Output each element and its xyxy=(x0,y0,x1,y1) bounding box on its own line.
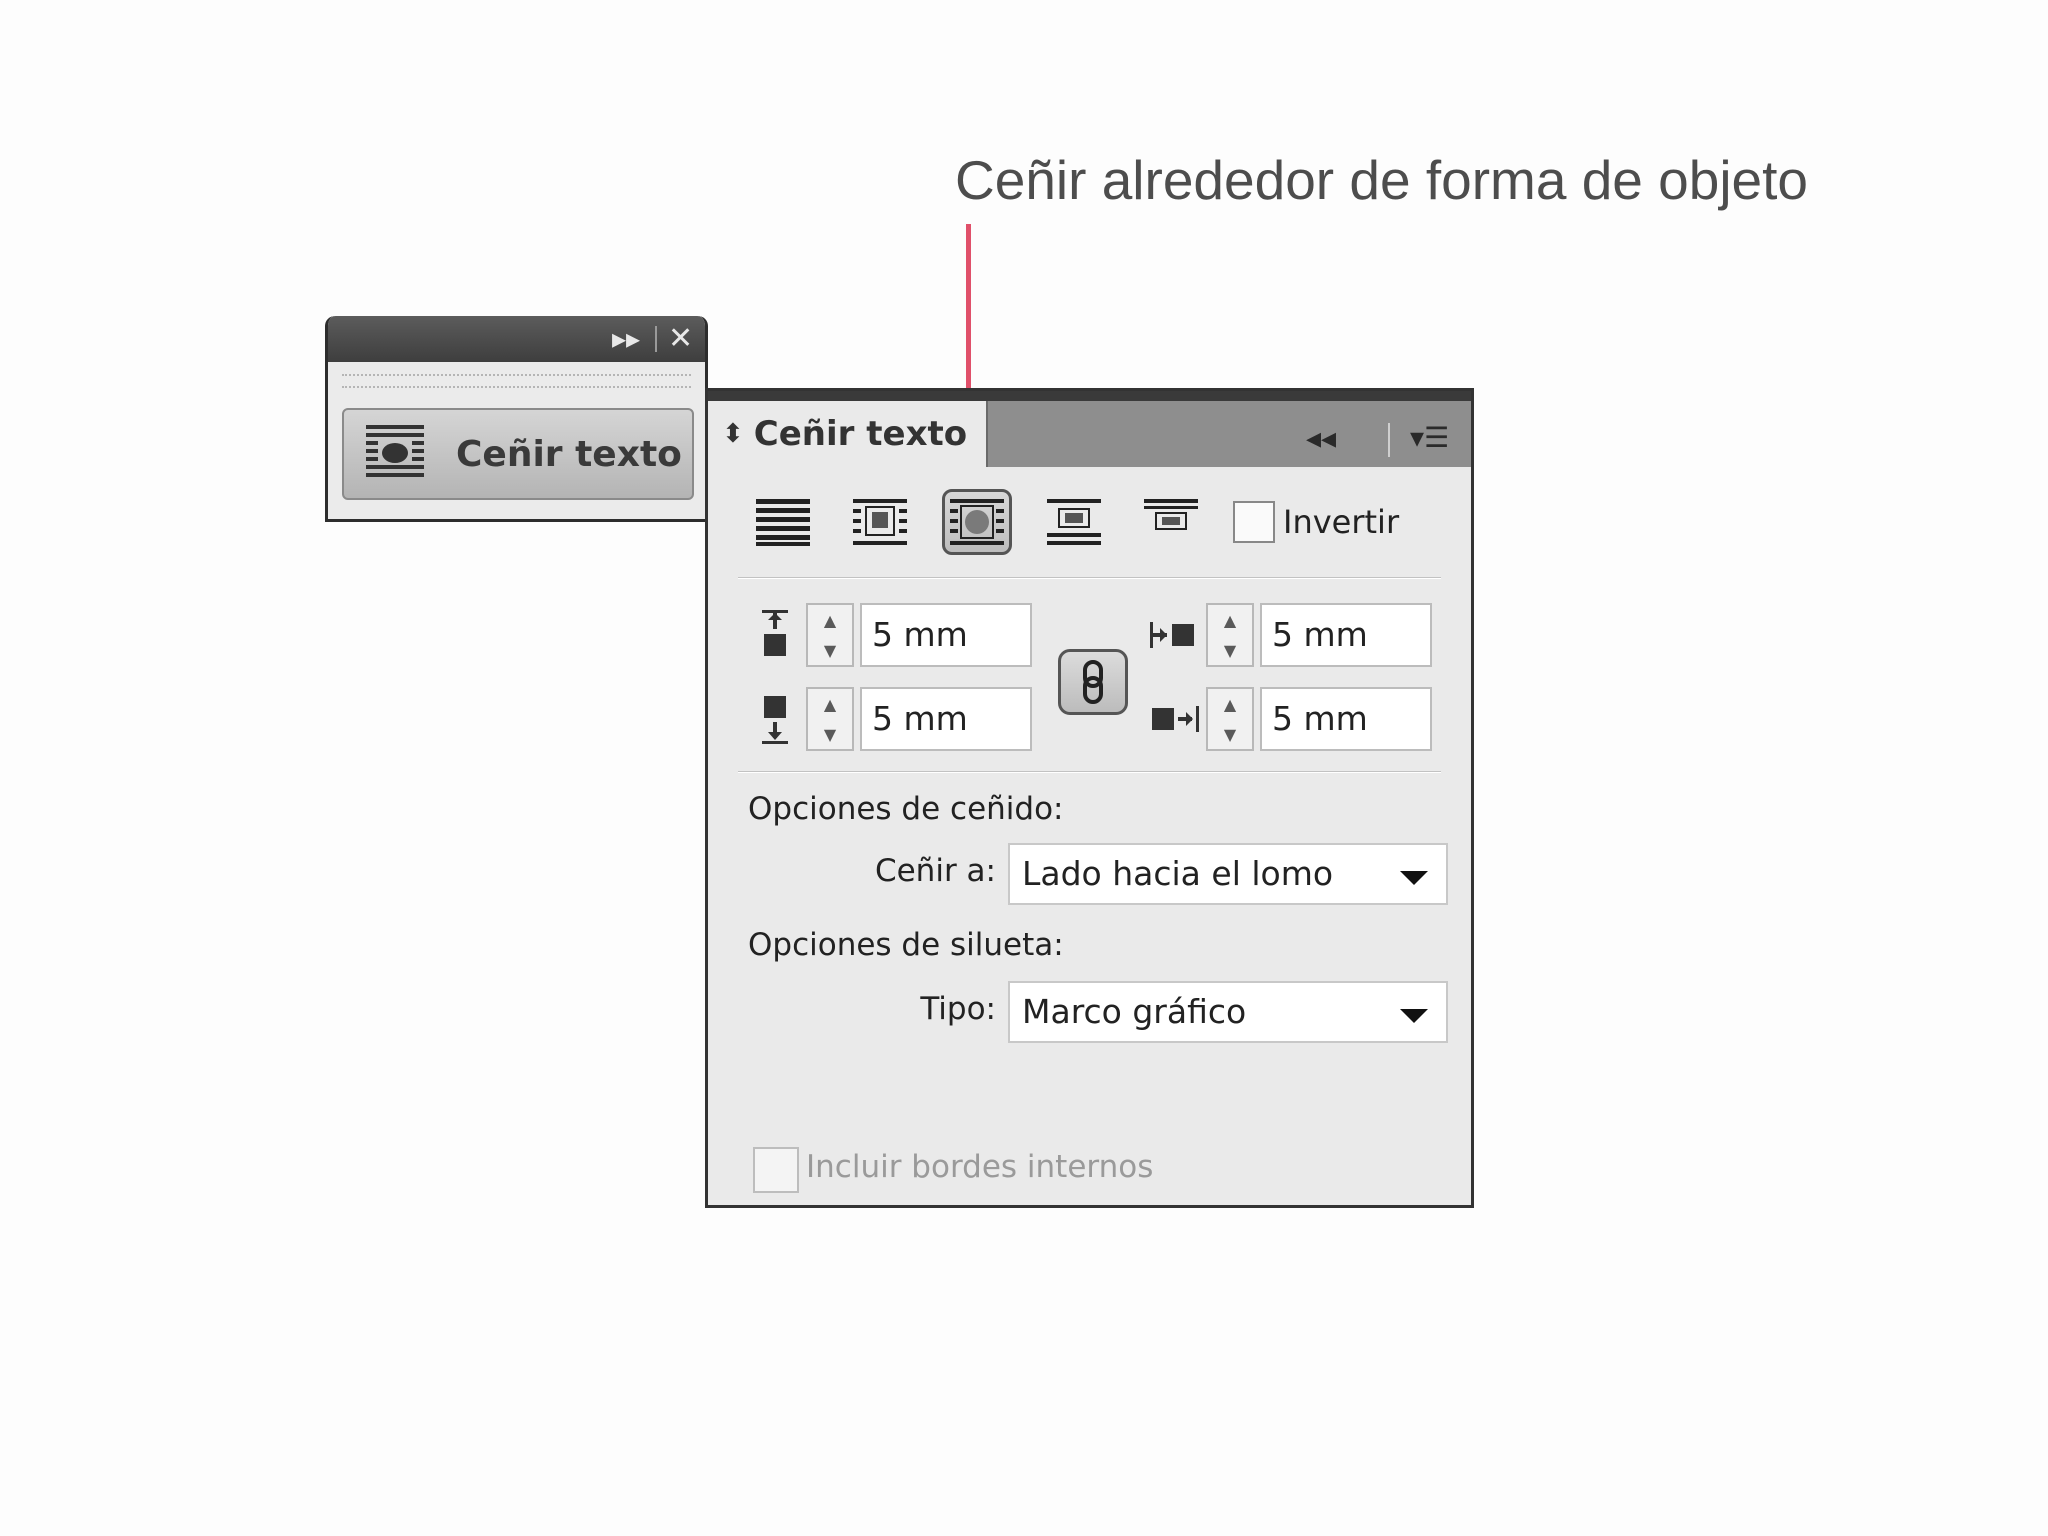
divider xyxy=(738,771,1441,773)
tab-title: Ceñir texto xyxy=(753,414,968,454)
include-inside-edges-label: Incluir bordes internos xyxy=(806,1149,1154,1185)
bottom-offset-row: ▲ ▼ 5 mm xyxy=(750,687,1032,751)
bottom-offset-icon xyxy=(750,687,800,751)
left-offset-stepper[interactable]: ▲ ▼ xyxy=(1206,603,1254,667)
panel-grip[interactable] xyxy=(342,374,691,388)
jump-object-button[interactable] xyxy=(1039,489,1109,555)
contour-type-select[interactable]: Marco gráfico xyxy=(1008,981,1448,1043)
right-offset-row: ▲ ▼ 5 mm xyxy=(1150,687,1432,751)
down-arrow-icon[interactable]: ▼ xyxy=(1224,641,1236,660)
panel-menu-icon[interactable]: ▾☰ xyxy=(1410,421,1449,454)
wrap-to-select[interactable]: Lado hacia el lomo xyxy=(1008,843,1448,905)
close-icon[interactable]: ✕ xyxy=(668,322,693,356)
down-arrow-icon[interactable]: ▼ xyxy=(1224,725,1236,744)
double-chevron-right-icon[interactable]: ▸▸ xyxy=(612,322,640,356)
invert-label: Invertir xyxy=(1283,503,1400,541)
header-separator xyxy=(1388,423,1390,457)
top-offset-input[interactable]: 5 mm xyxy=(860,603,1032,667)
jump-object-icon xyxy=(1047,499,1101,545)
bottom-offset-input[interactable]: 5 mm xyxy=(860,687,1032,751)
callout-caption: Ceñir alrededor de forma de objeto xyxy=(955,149,1809,211)
link-offsets-button[interactable] xyxy=(1058,649,1128,715)
wrap-mode-toolbar: Invertir xyxy=(748,487,1399,557)
right-offset-input[interactable]: 5 mm xyxy=(1260,687,1432,751)
chain-link-icon xyxy=(1083,660,1103,704)
no-wrap-icon xyxy=(756,499,810,546)
jump-next-column-icon xyxy=(1144,499,1198,530)
up-arrow-icon[interactable]: ▲ xyxy=(1224,695,1236,714)
top-offset-row: ▲ ▼ 5 mm xyxy=(750,603,1032,667)
jump-to-next-column-button[interactable] xyxy=(1136,489,1206,555)
text-wrap-icon xyxy=(364,423,426,485)
collapsed-panel-titlebar[interactable]: ▸▸ ✕ xyxy=(328,316,705,362)
bounding-box-wrap-icon xyxy=(853,499,907,545)
contour-type-value: Marco gráfico xyxy=(1022,992,1247,1031)
right-offset-stepper[interactable]: ▲ ▼ xyxy=(1206,687,1254,751)
top-offset-stepper[interactable]: ▲ ▼ xyxy=(806,603,854,667)
collapsed-panel: ▸▸ ✕ Ceñir texto xyxy=(325,316,708,522)
wrap-bounding-box-button[interactable] xyxy=(845,489,915,555)
text-wrap-panel: ◂◂ ▾☰ ⬍ Ceñir texto Invertir ▲ ▼ 5 mm ▲ … xyxy=(705,388,1474,1208)
top-offset-icon xyxy=(750,603,800,667)
up-arrow-icon[interactable]: ▲ xyxy=(824,695,836,714)
tab-text-wrap[interactable]: ⬍ Ceñir texto xyxy=(708,401,988,467)
invert-checkbox[interactable] xyxy=(1233,501,1275,543)
bottom-offset-stepper[interactable]: ▲ ▼ xyxy=(806,687,854,751)
object-shape-wrap-icon xyxy=(950,499,1004,545)
down-arrow-icon[interactable]: ▼ xyxy=(824,725,836,744)
divider xyxy=(738,577,1441,579)
wrap-options-heading: Opciones de ceñido: xyxy=(748,791,1064,827)
no-text-wrap-button[interactable] xyxy=(748,489,818,555)
dropdown-arrow-icon xyxy=(1400,1009,1428,1023)
left-offset-input[interactable]: 5 mm xyxy=(1260,603,1432,667)
include-inside-edges-checkbox[interactable] xyxy=(753,1147,799,1193)
wrap-to-label: Ceñir a: xyxy=(874,853,996,889)
wrap-object-shape-button[interactable] xyxy=(942,489,1012,555)
left-offset-icon xyxy=(1150,603,1200,667)
up-arrow-icon[interactable]: ▲ xyxy=(824,611,836,630)
updown-chevron-icon: ⬍ xyxy=(722,419,744,449)
down-arrow-icon[interactable]: ▼ xyxy=(824,641,836,660)
titlebar-separator xyxy=(655,326,657,352)
text-wrap-panel-label: Ceñir texto xyxy=(456,433,682,475)
type-label: Tipo: xyxy=(920,991,996,1027)
up-arrow-icon[interactable]: ▲ xyxy=(1224,611,1236,630)
dropdown-arrow-icon xyxy=(1400,871,1428,885)
right-offset-icon xyxy=(1150,687,1200,751)
wrap-to-value: Lado hacia el lomo xyxy=(1022,854,1334,893)
left-offset-row: ▲ ▼ 5 mm xyxy=(1150,603,1432,667)
double-chevron-left-icon[interactable]: ◂◂ xyxy=(1306,421,1336,456)
text-wrap-panel-button[interactable]: Ceñir texto xyxy=(342,408,694,500)
contour-options-heading: Opciones de silueta: xyxy=(748,927,1064,963)
